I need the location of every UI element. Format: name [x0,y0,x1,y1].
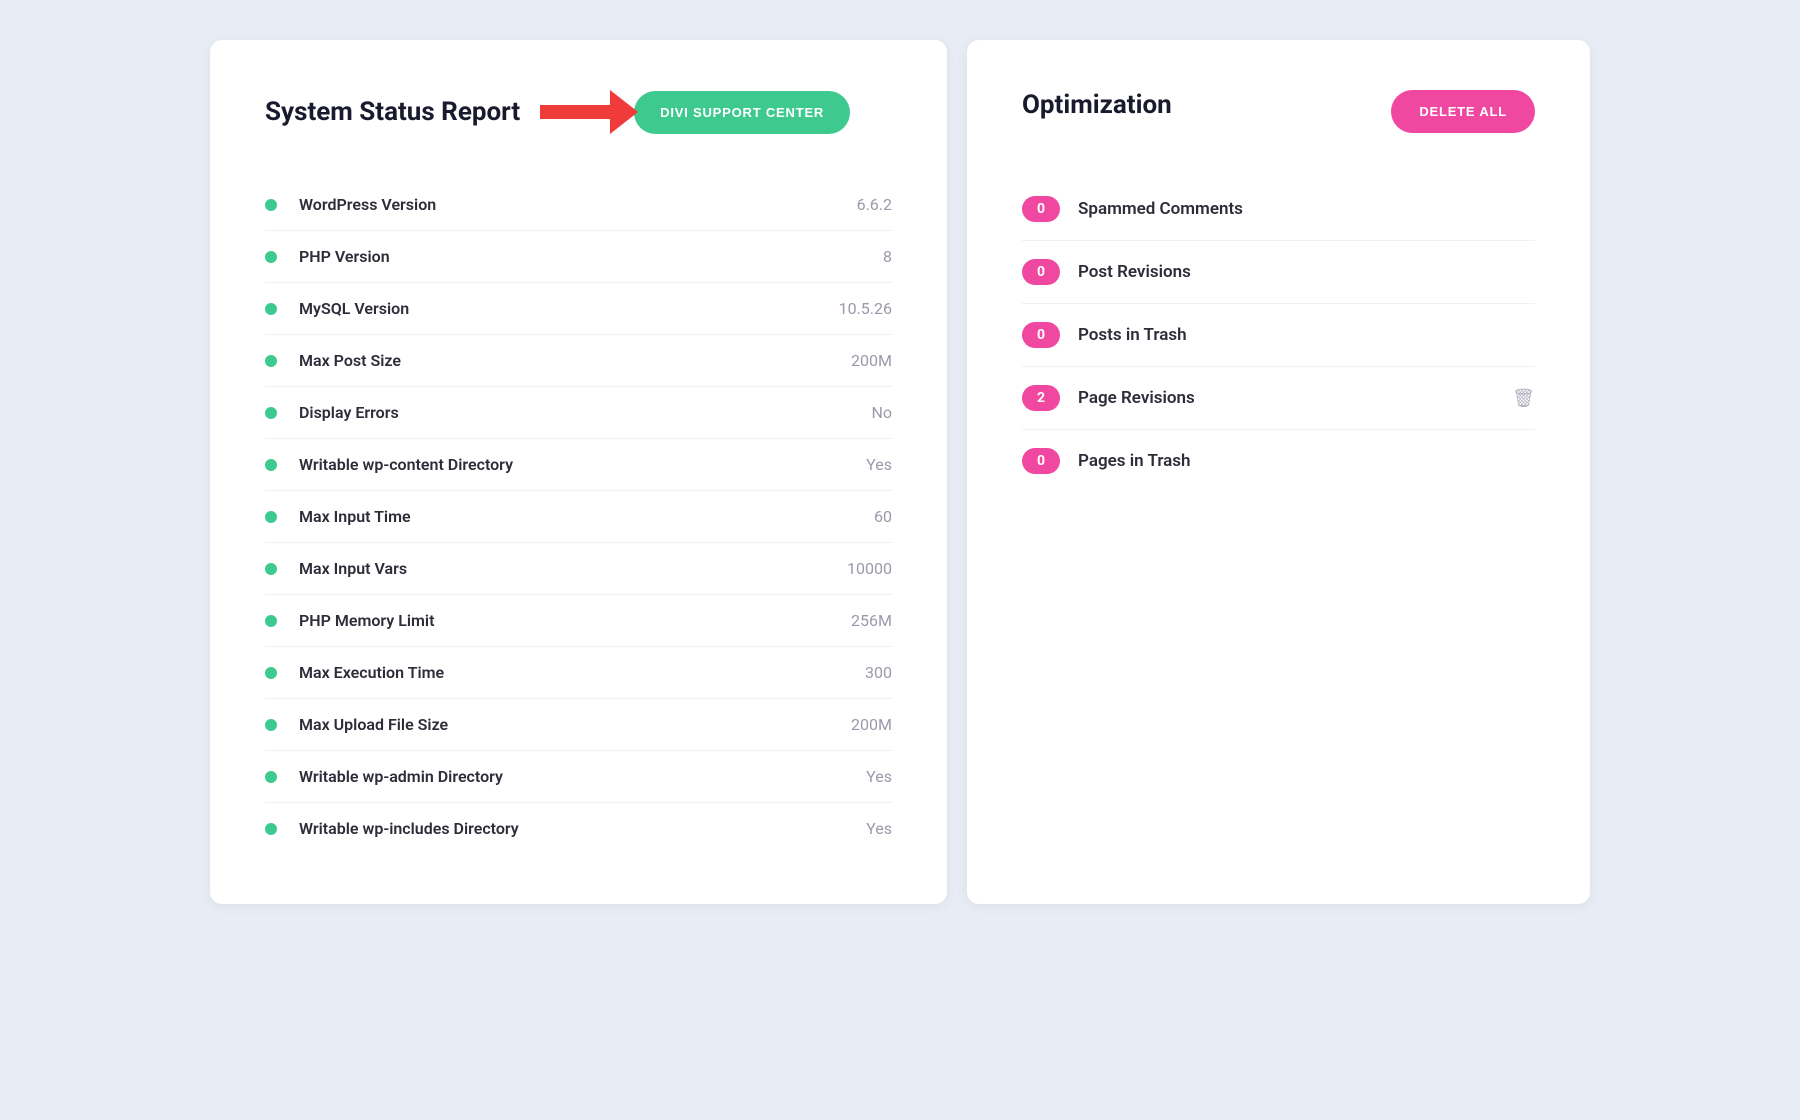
opt-item: 2 Page Revisions 🗑 [1022,367,1535,430]
opt-label-1: Post Revisions [1078,262,1535,282]
arrow-body [540,105,610,119]
status-value-8: 256M [851,611,892,630]
status-label-11: Writable wp-admin Directory [299,767,866,786]
status-dot-5 [265,459,277,471]
status-item: Writable wp-content Directory Yes [265,439,892,491]
status-dot-10 [265,719,277,731]
status-value-11: Yes [866,767,892,786]
opt-label-4: Pages in Trash [1078,451,1535,471]
system-status-title: System Status Report [265,97,520,127]
optimization-list: 0 Spammed Comments 0 Post Revisions 0 Po… [1022,178,1535,492]
status-item: Max Post Size 200M [265,335,892,387]
status-value-4: No [871,403,892,422]
status-value-1: 8 [883,247,892,266]
opt-label-0: Spammed Comments [1078,199,1535,219]
status-value-5: Yes [866,455,892,474]
opt-item: 0 Post Revisions [1022,241,1535,304]
status-label-9: Max Execution Time [299,663,865,682]
status-item: Display Errors No [265,387,892,439]
status-item: PHP Memory Limit 256M [265,595,892,647]
status-dot-1 [265,251,277,263]
delete-all-button[interactable]: DELETE ALL [1391,90,1535,133]
page-wrapper: System Status Report DIVI SUPPORT CENTER… [210,40,1590,904]
status-list: WordPress Version 6.6.2 PHP Version 8 My… [265,179,892,854]
status-item: Max Input Time 60 [265,491,892,543]
red-arrow [540,90,638,134]
status-dot-2 [265,303,277,315]
status-dot-7 [265,563,277,575]
status-dot-12 [265,823,277,835]
status-label-5: Writable wp-content Directory [299,455,866,474]
status-value-10: 200M [851,715,892,734]
status-value-12: Yes [866,819,892,838]
status-label-8: PHP Memory Limit [299,611,851,630]
status-dot-8 [265,615,277,627]
right-header: Optimization DELETE ALL [1022,90,1535,133]
divi-support-center-button[interactable]: DIVI SUPPORT CENTER [634,91,850,134]
status-value-2: 10.5.26 [839,299,892,318]
arrow-head [610,90,638,134]
status-label-12: Writable wp-includes Directory [299,819,866,838]
status-dot-3 [265,355,277,367]
status-value-7: 10000 [847,559,892,578]
status-item: Max Upload File Size 200M [265,699,892,751]
status-value-3: 200M [851,351,892,370]
status-item: MySQL Version 10.5.26 [265,283,892,335]
opt-item: 0 Pages in Trash [1022,430,1535,492]
arrow-button-wrapper: DIVI SUPPORT CENTER [540,90,850,134]
status-item: PHP Version 8 [265,231,892,283]
status-label-10: Max Upload File Size [299,715,851,734]
opt-label-3: Page Revisions [1078,388,1486,408]
opt-item: 0 Spammed Comments [1022,178,1535,241]
status-label-0: WordPress Version [299,195,857,214]
status-value-6: 60 [874,507,892,526]
system-status-card: System Status Report DIVI SUPPORT CENTER… [210,40,947,904]
opt-badge-3: 2 [1022,385,1060,411]
opt-badge-4: 0 [1022,448,1060,474]
opt-badge-0: 0 [1022,196,1060,222]
left-header: System Status Report DIVI SUPPORT CENTER [265,90,892,134]
status-dot-0 [265,199,277,211]
status-item: Max Execution Time 300 [265,647,892,699]
status-dot-6 [265,511,277,523]
status-label-4: Display Errors [299,403,871,422]
status-dot-11 [265,771,277,783]
optimization-card: Optimization DELETE ALL 0 Spammed Commen… [967,40,1590,904]
trash-icon-3[interactable]: 🗑 [1512,388,1535,409]
optimization-title: Optimization [1022,90,1172,120]
opt-badge-2: 0 [1022,322,1060,348]
status-label-6: Max Input Time [299,507,874,526]
status-item: Writable wp-admin Directory Yes [265,751,892,803]
status-item: Writable wp-includes Directory Yes [265,803,892,854]
status-dot-9 [265,667,277,679]
status-dot-4 [265,407,277,419]
status-item: WordPress Version 6.6.2 [265,179,892,231]
opt-item: 0 Posts in Trash [1022,304,1535,367]
status-label-2: MySQL Version [299,299,839,318]
opt-label-2: Posts in Trash [1078,325,1535,345]
status-label-1: PHP Version [299,247,883,266]
status-value-0: 6.6.2 [857,195,892,214]
status-value-9: 300 [865,663,892,682]
status-label-7: Max Input Vars [299,559,847,578]
status-item: Max Input Vars 10000 [265,543,892,595]
opt-badge-1: 0 [1022,259,1060,285]
status-label-3: Max Post Size [299,351,851,370]
